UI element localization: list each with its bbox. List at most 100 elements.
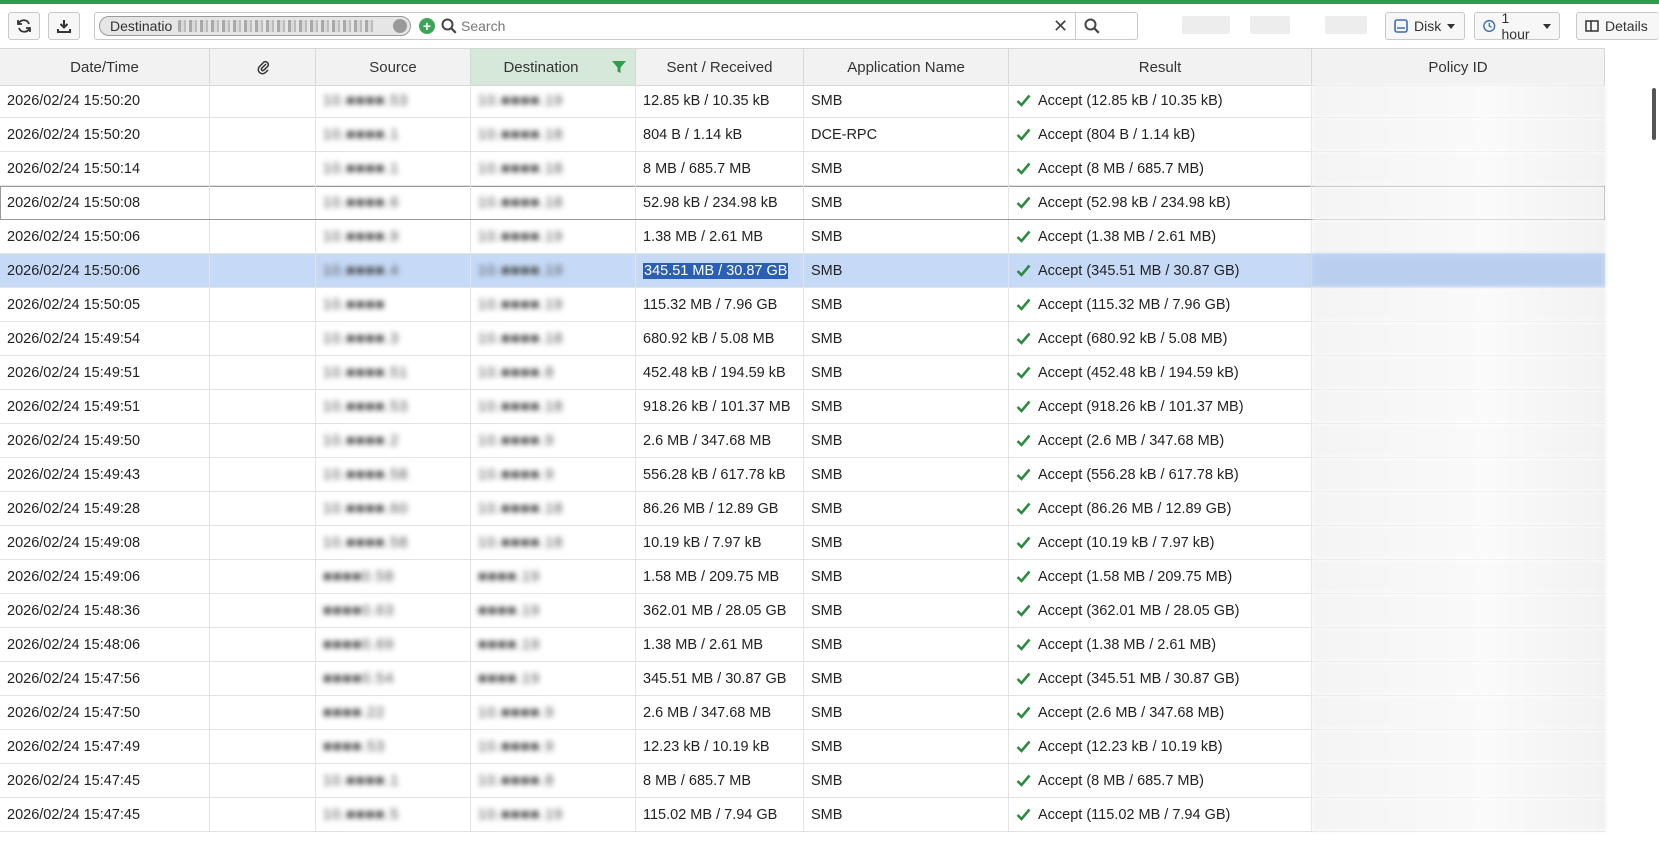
cell-sent-received-text: 8 MB / 685.7 MB	[643, 160, 751, 177]
checkmark-icon	[1016, 502, 1031, 515]
cell-sent-received: 556.28 kB / 617.78 kB	[636, 458, 804, 491]
cell-result: Accept (12.23 kB / 10.19 kB)	[1009, 730, 1312, 763]
cell-source: ■■■■0.58	[316, 560, 471, 593]
table-row[interactable]: 2026/02/24 15:47:50 ■■■■.22 10.■■■■.9 2.6 M…	[0, 696, 1605, 730]
toolbar-action-faded[interactable]	[1182, 16, 1230, 34]
header-label: Result	[1138, 58, 1182, 76]
search-icon	[441, 18, 457, 34]
cell-source-text: 10.■■■■.51	[323, 364, 409, 381]
column-header-source[interactable]: Source	[316, 49, 471, 85]
cell-application-text: SMB	[811, 636, 843, 653]
header-label: Sent / Received	[666, 58, 773, 76]
cell-source-text: 10.■■■■.2	[323, 432, 400, 449]
cell-policy-id	[1312, 798, 1605, 831]
header-label: Date/Time	[70, 58, 139, 76]
search-input[interactable]	[461, 16, 1001, 36]
checkmark-icon	[1016, 570, 1031, 583]
cell-sent-received: 362.01 MB / 28.05 GB	[636, 594, 804, 627]
table-row[interactable]: 2026/02/24 15:47:45 10.■■■■.1 10.■■■■.8 8 M…	[0, 764, 1605, 798]
toolbar-action-faded[interactable]	[1325, 16, 1367, 34]
table-row[interactable]: 2026/02/24 15:49:50 10.■■■■.2 10.■■■■.9 2.6…	[0, 424, 1605, 458]
cell-attachment	[210, 356, 316, 389]
table-row[interactable]: 2026/02/24 15:50:08 10.■■■■.6 10.■■■■.18 52…	[0, 186, 1605, 220]
cell-policy-id	[1312, 662, 1605, 695]
cell-sent-received: 8 MB / 685.7 MB	[636, 152, 804, 185]
cell-destination-text: 10.■■■■.18	[478, 500, 564, 517]
cell-application: SMB	[804, 152, 1009, 185]
time-range-dropdown[interactable]: 1 hour	[1474, 10, 1560, 42]
cell-policy-id	[1312, 560, 1605, 593]
cell-result-text: Accept (115.32 MB / 7.96 GB)	[1038, 296, 1231, 313]
column-header-attachment[interactable]	[210, 49, 316, 85]
cell-destination-text: 10.■■■■.18	[478, 126, 564, 143]
cell-datetime-text: 2026/02/24 15:47:50	[7, 704, 141, 721]
table-row[interactable]: 2026/02/24 15:49:08 10.■■■■.58 10.■■■■.18 1…	[0, 526, 1605, 560]
refresh-button[interactable]	[8, 12, 40, 40]
details-button[interactable]: Details	[1576, 12, 1659, 40]
cell-destination-text: 10.■■■■.9	[478, 432, 555, 449]
cell-source-text: ■■■■0.54	[323, 670, 395, 687]
cell-datetime-text: 2026/02/24 15:48:36	[7, 602, 141, 619]
table-row[interactable]: 2026/02/24 15:48:36 ■■■■0.63 ■■■■.19 362.01…	[0, 594, 1605, 628]
cell-sent-received: 452.48 kB / 194.59 kB	[636, 356, 804, 389]
table-row[interactable]: 2026/02/24 15:49:28 10.■■■■.60 10.■■■■.18 8…	[0, 492, 1605, 526]
toolbar-action-faded[interactable]	[1250, 16, 1290, 34]
add-filter-icon[interactable]: +	[419, 18, 435, 34]
vertical-scrollbar-thumb[interactable]	[1652, 88, 1656, 140]
table-row[interactable]: 2026/02/24 15:49:51 10.■■■■.53 10.■■■■.18 9…	[0, 390, 1605, 424]
cell-policy-id	[1312, 492, 1605, 525]
column-header-policy-id[interactable]: Policy ID	[1312, 49, 1605, 85]
column-header-destination[interactable]: Destination	[471, 49, 636, 85]
cell-source-text: 10.■■■■.53	[323, 92, 409, 109]
table-row[interactable]: 2026/02/24 15:47:49 ■■■■.53 10.■■■■.9 12.23…	[0, 730, 1605, 764]
column-header-datetime[interactable]: Date/Time	[0, 49, 210, 85]
table-row[interactable]: 2026/02/24 15:50:06 10.■■■■.4 10.■■■■.19 34…	[0, 254, 1605, 288]
table-row[interactable]: 2026/02/24 15:49:43 10.■■■■.58 10.■■■■.9 55…	[0, 458, 1605, 492]
table-row[interactable]: 2026/02/24 15:50:20 10.■■■■.53 10.■■■■.19 1…	[0, 84, 1605, 118]
filter-funnel-icon[interactable]	[611, 59, 627, 75]
cell-application-text: SMB	[811, 500, 843, 517]
table-row[interactable]: 2026/02/24 15:49:51 10.■■■■.51 10.■■■■.8 45…	[0, 356, 1605, 390]
cell-attachment	[210, 288, 316, 321]
table-row[interactable]: 2026/02/24 15:48:06 ■■■■0.69 ■■■■.19 1.38 M…	[0, 628, 1605, 662]
cell-result: Accept (1.38 MB / 2.61 MB)	[1009, 220, 1312, 253]
storage-dropdown[interactable]: Disk	[1385, 12, 1465, 40]
table-row[interactable]: 2026/02/24 15:49:54 10.■■■■.3 10.■■■■.18 68…	[0, 322, 1605, 356]
table-row[interactable]: 2026/02/24 15:47:45 10.■■■■.5 10.■■■■.19 11…	[0, 798, 1605, 832]
cell-result-text: Accept (804 B / 1.14 kB)	[1038, 126, 1196, 143]
cell-destination: 10.■■■■.19	[471, 84, 636, 117]
table-row[interactable]: 2026/02/24 15:50:14 10.■■■■.1 10.■■■■.18 8 …	[0, 152, 1605, 186]
table-row[interactable]: 2026/02/24 15:49:06 ■■■■0.58 ■■■■.19 1.58 M…	[0, 560, 1605, 594]
cell-source: 10.■■■■.1	[316, 764, 471, 797]
cell-attachment	[210, 118, 316, 151]
cell-datetime-text: 2026/02/24 15:50:06	[7, 262, 141, 279]
clear-icon[interactable]: ✕	[1053, 15, 1068, 37]
cell-source: 10.■■■■.6	[316, 186, 471, 219]
cell-result-text: Accept (12.23 kB / 10.19 kB)	[1038, 738, 1223, 755]
table-row[interactable]: 2026/02/24 15:47:56 ■■■■0.54 ■■■■.19 345.51…	[0, 662, 1605, 696]
cell-sent-received: 10.19 kB / 7.97 kB	[636, 526, 804, 559]
destination-filter-chip[interactable]: Destinatio	[99, 16, 411, 36]
chip-remove-icon[interactable]	[393, 19, 407, 33]
table-row[interactable]: 2026/02/24 15:50:05 10.■■■■ 10.■■■■.19 115.…	[0, 288, 1605, 322]
cell-sent-received: 345.51 MB / 30.87 GB	[636, 662, 804, 695]
column-header-application[interactable]: Application Name	[804, 49, 1009, 85]
cell-application-text: SMB	[811, 296, 843, 313]
search-button[interactable]	[1075, 12, 1107, 40]
cell-attachment	[210, 424, 316, 457]
table-row[interactable]: 2026/02/24 15:50:20 10.■■■■.1 10.■■■■.18 80…	[0, 118, 1605, 152]
checkmark-icon	[1016, 740, 1031, 753]
cell-sent-received-text: 52.98 kB / 234.98 kB	[643, 194, 778, 211]
cell-source-text: 10.■■■■.5	[323, 806, 400, 823]
download-button[interactable]	[48, 12, 80, 40]
cell-application-text: SMB	[811, 194, 843, 211]
column-header-sent-received[interactable]: Sent / Received	[636, 49, 804, 85]
checkmark-icon	[1016, 706, 1031, 719]
cell-sent-received-text: 362.01 MB / 28.05 GB	[643, 602, 787, 619]
cell-application: SMB	[804, 492, 1009, 525]
table-row[interactable]: 2026/02/24 15:50:06 10.■■■■.9 10.■■■■.19 1.…	[0, 220, 1605, 254]
column-header-result[interactable]: Result	[1009, 49, 1312, 85]
cell-sent-received-text: 10.19 kB / 7.97 kB	[643, 534, 762, 551]
cell-policy-id	[1312, 152, 1605, 185]
cell-attachment	[210, 152, 316, 185]
